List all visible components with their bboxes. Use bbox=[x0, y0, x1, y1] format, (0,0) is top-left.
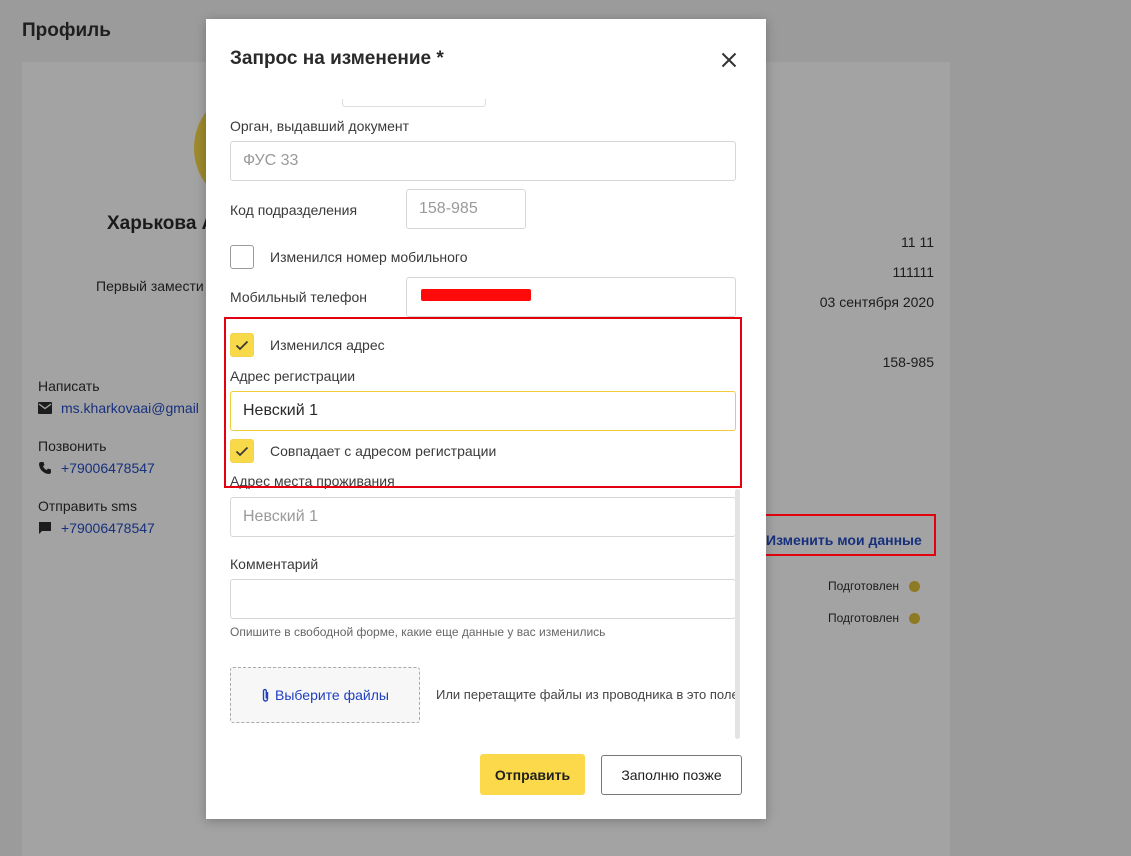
contact-sms[interactable]: +79006478547 bbox=[38, 520, 155, 536]
redaction-mark bbox=[421, 289, 531, 301]
registration-address-input[interactable]: Невский 1 bbox=[230, 391, 736, 431]
division-code-input-value: 158-985 bbox=[419, 200, 478, 217]
contact-email-value: ms.kharkovaai@gmail bbox=[61, 400, 199, 416]
mobile-label: Мобильный телефон bbox=[230, 289, 367, 305]
registration-address-label: Адрес регистрации bbox=[230, 368, 356, 384]
contact-email[interactable]: ms.kharkovaai@gmail bbox=[38, 400, 199, 416]
status-text: Подготовлен bbox=[828, 579, 899, 593]
status-item: Подготовлен bbox=[828, 579, 920, 593]
issuer-input-value: ФУС 33 bbox=[243, 152, 299, 169]
contact-label-sms: Отправить sms bbox=[38, 498, 137, 514]
division-code-value: 158-985 bbox=[882, 354, 934, 370]
issuer-label: Орган, выдавший документ bbox=[230, 118, 410, 134]
mail-icon bbox=[38, 402, 52, 414]
comment-label: Комментарий bbox=[230, 556, 319, 572]
choose-files-label: Выберите файлы bbox=[275, 687, 389, 703]
drop-hint: Или перетащите файлы из проводника в это… bbox=[436, 687, 739, 702]
same-address-checkbox[interactable] bbox=[230, 439, 254, 463]
issuer-input[interactable]: ФУС 33 bbox=[230, 141, 736, 181]
passport-series: 11 11 bbox=[901, 234, 934, 250]
mobile-changed-row[interactable]: Изменился номер мобильного bbox=[230, 245, 468, 269]
edit-my-data-link[interactable]: Изменить мои данные bbox=[762, 514, 936, 556]
comment-input[interactable] bbox=[230, 579, 736, 619]
contact-label-write: Написать bbox=[38, 378, 100, 394]
page-title: Профиль bbox=[22, 20, 111, 41]
contact-label-call: Позвонить bbox=[38, 438, 107, 454]
same-address-row[interactable]: Совпадает с адресом регистрации bbox=[230, 439, 496, 463]
close-icon bbox=[721, 52, 737, 68]
residence-address-input[interactable]: Невский 1 bbox=[230, 497, 736, 537]
modal-body: Орган, выдавший документ ФУС 33 Код подр… bbox=[206, 19, 766, 819]
profile-position: Первый замести bbox=[96, 278, 204, 294]
status-dot bbox=[909, 580, 920, 592]
status-item: Подготовлен bbox=[828, 611, 920, 625]
modal-scrollbar[interactable] bbox=[735, 489, 740, 739]
file-dropzone[interactable]: Выберите файлы bbox=[230, 667, 420, 723]
mobile-input[interactable] bbox=[406, 277, 736, 317]
submit-button[interactable]: Отправить bbox=[480, 754, 585, 795]
check-icon bbox=[235, 446, 249, 456]
passport-number: 111111 bbox=[892, 264, 934, 280]
address-changed-row[interactable]: Изменился адрес bbox=[230, 333, 385, 357]
comment-hint: Опишите в свободной форме, какие еще дан… bbox=[230, 625, 606, 639]
modal-header: Запрос на изменение * bbox=[206, 19, 766, 99]
check-icon bbox=[235, 340, 249, 350]
modal-title: Запрос на изменение * bbox=[230, 48, 444, 69]
division-code-label: Код подразделения bbox=[230, 202, 358, 218]
status-text: Подготовлен bbox=[828, 611, 899, 625]
address-changed-label: Изменился адрес bbox=[270, 337, 385, 353]
mobile-changed-checkbox[interactable] bbox=[230, 245, 254, 269]
passport-date: 03 сентября 2020 bbox=[819, 294, 934, 310]
residence-address-label: Адрес места проживания bbox=[230, 473, 395, 489]
address-changed-checkbox[interactable] bbox=[230, 333, 254, 357]
division-code-input[interactable]: 158-985 bbox=[406, 189, 526, 229]
contact-phone[interactable]: +79006478547 bbox=[38, 460, 155, 476]
status-dot bbox=[909, 612, 920, 624]
fill-later-button[interactable]: Заполню позже bbox=[601, 755, 742, 795]
mobile-changed-label: Изменился номер мобильного bbox=[270, 249, 468, 265]
profile-name: Харькова А bbox=[107, 213, 216, 234]
same-address-label: Совпадает с адресом регистрации bbox=[270, 443, 497, 459]
residence-address-value: Невский 1 bbox=[243, 508, 318, 525]
change-request-modal: Орган, выдавший документ ФУС 33 Код подр… bbox=[206, 19, 766, 819]
contact-sms-value: +79006478547 bbox=[61, 520, 155, 536]
phone-icon bbox=[39, 462, 51, 474]
close-button[interactable] bbox=[718, 49, 740, 71]
registration-address-value: Невский 1 bbox=[243, 402, 318, 419]
chat-icon bbox=[39, 522, 51, 534]
paperclip-icon bbox=[262, 688, 269, 702]
contact-phone-value: +79006478547 bbox=[61, 460, 155, 476]
